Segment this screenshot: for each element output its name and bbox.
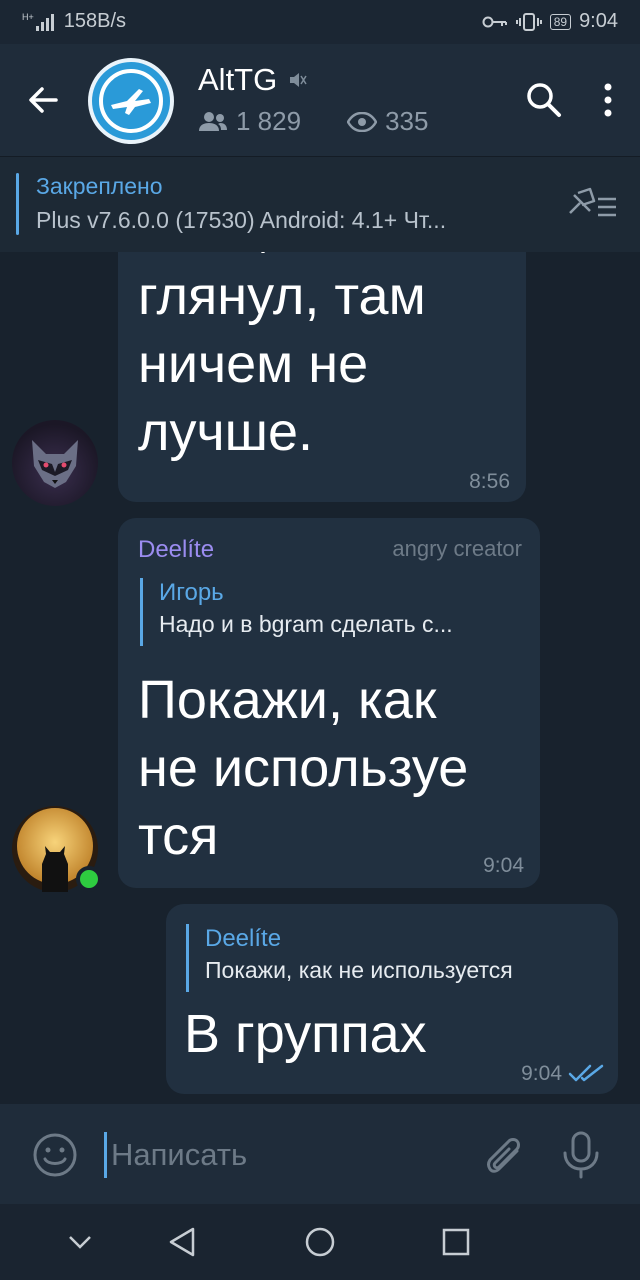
message-bubble-outgoing[interactable]: Deelíte Покажи, как не используется В гр… <box>166 904 618 1094</box>
members-count: 1 829 <box>236 106 302 136</box>
message-line: глянул, там <box>138 266 426 326</box>
eye-icon <box>347 111 378 132</box>
nav-home-icon[interactable] <box>298 1220 342 1264</box>
vibrate-icon <box>515 12 542 31</box>
pinned-indicator <box>16 173 19 235</box>
message-line: Покажи, как <box>138 670 437 730</box>
views-count: 335 <box>385 106 429 136</box>
members-icon <box>199 111 227 131</box>
message-bubble[interactable]: Deelíte angry creator Игорь Надо и в bgr… <box>118 518 540 888</box>
reply-name: Игорь <box>159 579 224 606</box>
message-line: В группах <box>184 1004 427 1064</box>
pinned-text: Plus v7.6.0.0 (17530) Android: 4.1+ Чт..… <box>36 207 447 233</box>
search-icon[interactable] <box>522 78 566 122</box>
pinned-label: Закреплено <box>36 173 163 199</box>
back-arrow-icon[interactable] <box>22 78 66 122</box>
attach-icon[interactable] <box>478 1130 528 1180</box>
channel-title-row[interactable]: AltTG <box>198 62 307 98</box>
channel-title: AltTG <box>198 62 278 97</box>
reply-text: Надо и в bgram сделать с... <box>159 611 453 637</box>
muted-icon <box>290 73 307 87</box>
status-bar: H+ 158B/s 89 9:04 <box>0 0 640 44</box>
message-bubble[interactable]: Хотя, сейчас глянул, там ничем не лучше.… <box>118 252 526 502</box>
reply-text: Покажи, как не используется <box>205 957 513 983</box>
message-input[interactable] <box>104 1132 444 1178</box>
signal-icon: H+ <box>22 12 54 31</box>
chevron-down-icon[interactable] <box>58 1220 102 1264</box>
chat-header: AltTG 1 829 335 <box>0 44 640 156</box>
message-time: 9:04 <box>521 1062 562 1085</box>
system-navigation-bar <box>0 1204 640 1280</box>
pinned-message[interactable]: Закреплено Plus v7.6.0.0 (17530) Android… <box>0 156 640 252</box>
online-indicator <box>76 866 102 892</box>
nav-back-icon[interactable] <box>160 1220 204 1264</box>
jet-logo-icon <box>111 89 151 115</box>
channel-avatar[interactable] <box>88 58 174 144</box>
message-list[interactable]: Хотя, сейчас глянул, там ничем не лучше.… <box>0 252 640 1104</box>
message-time: 8:56 <box>469 470 510 493</box>
nav-recents-icon[interactable] <box>434 1220 478 1264</box>
channel-stats: 1 829 335 <box>198 106 428 137</box>
message-line: лучше. <box>138 402 313 462</box>
user-avatar[interactable] <box>12 420 98 506</box>
admin-badge: angry creator <box>392 536 522 561</box>
message-composer <box>0 1104 640 1204</box>
microphone-icon[interactable] <box>556 1130 606 1180</box>
key-icon <box>482 16 507 27</box>
clock: 9:04 <box>579 10 618 32</box>
raccoon-icon <box>32 440 78 488</box>
network-speed: 158B/s <box>63 10 127 32</box>
battery-icon: 89 <box>549 13 572 30</box>
message-line: не используе <box>138 738 469 798</box>
reply-preview[interactable]: Игорь Надо и в bgram сделать с... <box>140 578 453 646</box>
message-line: тся <box>138 806 219 866</box>
reply-name: Deelíte <box>205 925 282 952</box>
sender-name[interactable]: Deelíte <box>138 536 214 564</box>
emoji-icon[interactable] <box>30 1130 80 1180</box>
reply-preview[interactable]: Deelíte Покажи, как не используется <box>186 924 513 992</box>
user-avatar[interactable] <box>12 806 102 892</box>
message-line: ничем не <box>138 334 369 394</box>
unpin-icon[interactable] <box>564 183 620 227</box>
message-line: Хотя, сейчас <box>138 252 459 262</box>
double-check-icon <box>568 1064 604 1082</box>
message-time: 9:04 <box>483 854 524 877</box>
more-vertical-icon[interactable] <box>586 78 630 122</box>
